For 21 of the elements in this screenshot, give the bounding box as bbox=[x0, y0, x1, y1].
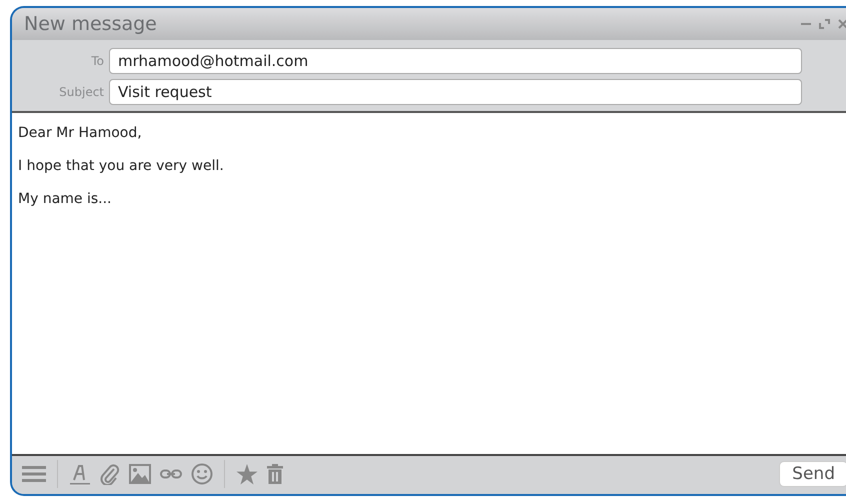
minimize-icon[interactable] bbox=[801, 22, 811, 26]
field-label: To bbox=[90, 54, 104, 68]
trash-icon[interactable] bbox=[267, 464, 283, 484]
message-text: My name is... bbox=[18, 191, 113, 207]
field-label: Subject bbox=[58, 85, 104, 99]
send-button[interactable]: Send bbox=[779, 461, 846, 487]
smiley-icon[interactable] bbox=[191, 463, 213, 485]
maximize-icon[interactable] bbox=[819, 19, 830, 29]
star-icon[interactable] bbox=[236, 464, 258, 484]
input-field[interactable]: Visit request bbox=[109, 79, 802, 105]
menu-icon[interactable] bbox=[22, 465, 46, 483]
image-icon[interactable] bbox=[129, 464, 151, 484]
window-title: New message bbox=[24, 13, 158, 35]
paperclip-icon[interactable] bbox=[100, 463, 120, 485]
message-text: I hope that you are very well. bbox=[18, 158, 225, 174]
close-icon[interactable] bbox=[838, 19, 846, 29]
message-body[interactable]: Dear Mr Hamood, I hope that you are very well. My name is... bbox=[12, 113, 846, 456]
message-text: Dear Mr Hamood, bbox=[18, 125, 143, 141]
link-icon[interactable] bbox=[160, 469, 182, 479]
input-field[interactable]: mrhamood@hotmail.com bbox=[109, 48, 802, 74]
text-format-icon[interactable] bbox=[69, 463, 91, 485]
